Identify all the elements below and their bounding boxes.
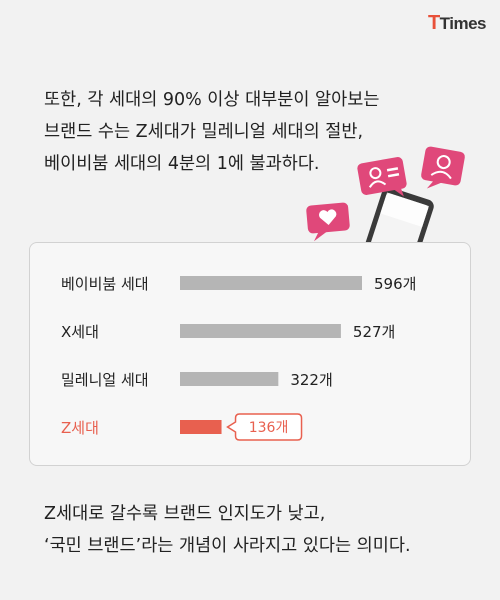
category-label: Z세대 xyxy=(61,419,99,437)
bar xyxy=(180,372,279,386)
bar-chart: 베이비붐 세대 596개 X세대 527개밀레니얼 세대 322개 Z세대 136개 xyxy=(61,275,416,441)
value-label: 136개 xyxy=(249,420,289,436)
heart-chat-icon xyxy=(306,202,350,242)
category-label: 밀레니얼 세대 xyxy=(61,371,149,389)
logo-text: Times xyxy=(439,14,487,33)
intro-line: 또한, 각 세대의 90% 이상 대부분이 알아보는 xyxy=(44,90,380,110)
bar xyxy=(180,324,341,338)
ttimes-logo: TTimes xyxy=(427,12,487,35)
value-callout: 136개 xyxy=(226,413,303,441)
bar xyxy=(180,420,222,434)
value-label: 596개 xyxy=(374,275,416,293)
intro-line: 브랜드 수는 Z세대가 밀레니얼 세대의 절반, xyxy=(44,122,364,142)
outro-line: Z세대로 갈수록 브랜드 인지도가 낮고, xyxy=(44,504,326,524)
chart-panel: 베이비붐 세대 596개 X세대 527개밀레니얼 세대 322개 Z세대 136개 xyxy=(29,242,471,466)
value-label: 527개 xyxy=(353,323,395,341)
value-label: 322개 xyxy=(290,371,332,389)
intro-text: 또한, 각 세대의 90% 이상 대부분이 알아보는 브랜드 수는 Z세대가 밀… xyxy=(44,84,464,180)
outro-line: ‘국민 브랜드’라는 개념이 사라지고 있다는 의미다. xyxy=(44,536,411,556)
bar xyxy=(180,276,362,290)
category-label: X세대 xyxy=(61,323,99,341)
category-label: 베이비붐 세대 xyxy=(61,275,149,293)
outro-text: Z세대로 갈수록 브랜드 인지도가 낮고, ‘국민 브랜드’라는 개념이 사라지… xyxy=(44,498,464,562)
logo-mark: T xyxy=(427,12,440,34)
intro-line: 베이비붐 세대의 4분의 1에 불과하다. xyxy=(44,154,320,174)
